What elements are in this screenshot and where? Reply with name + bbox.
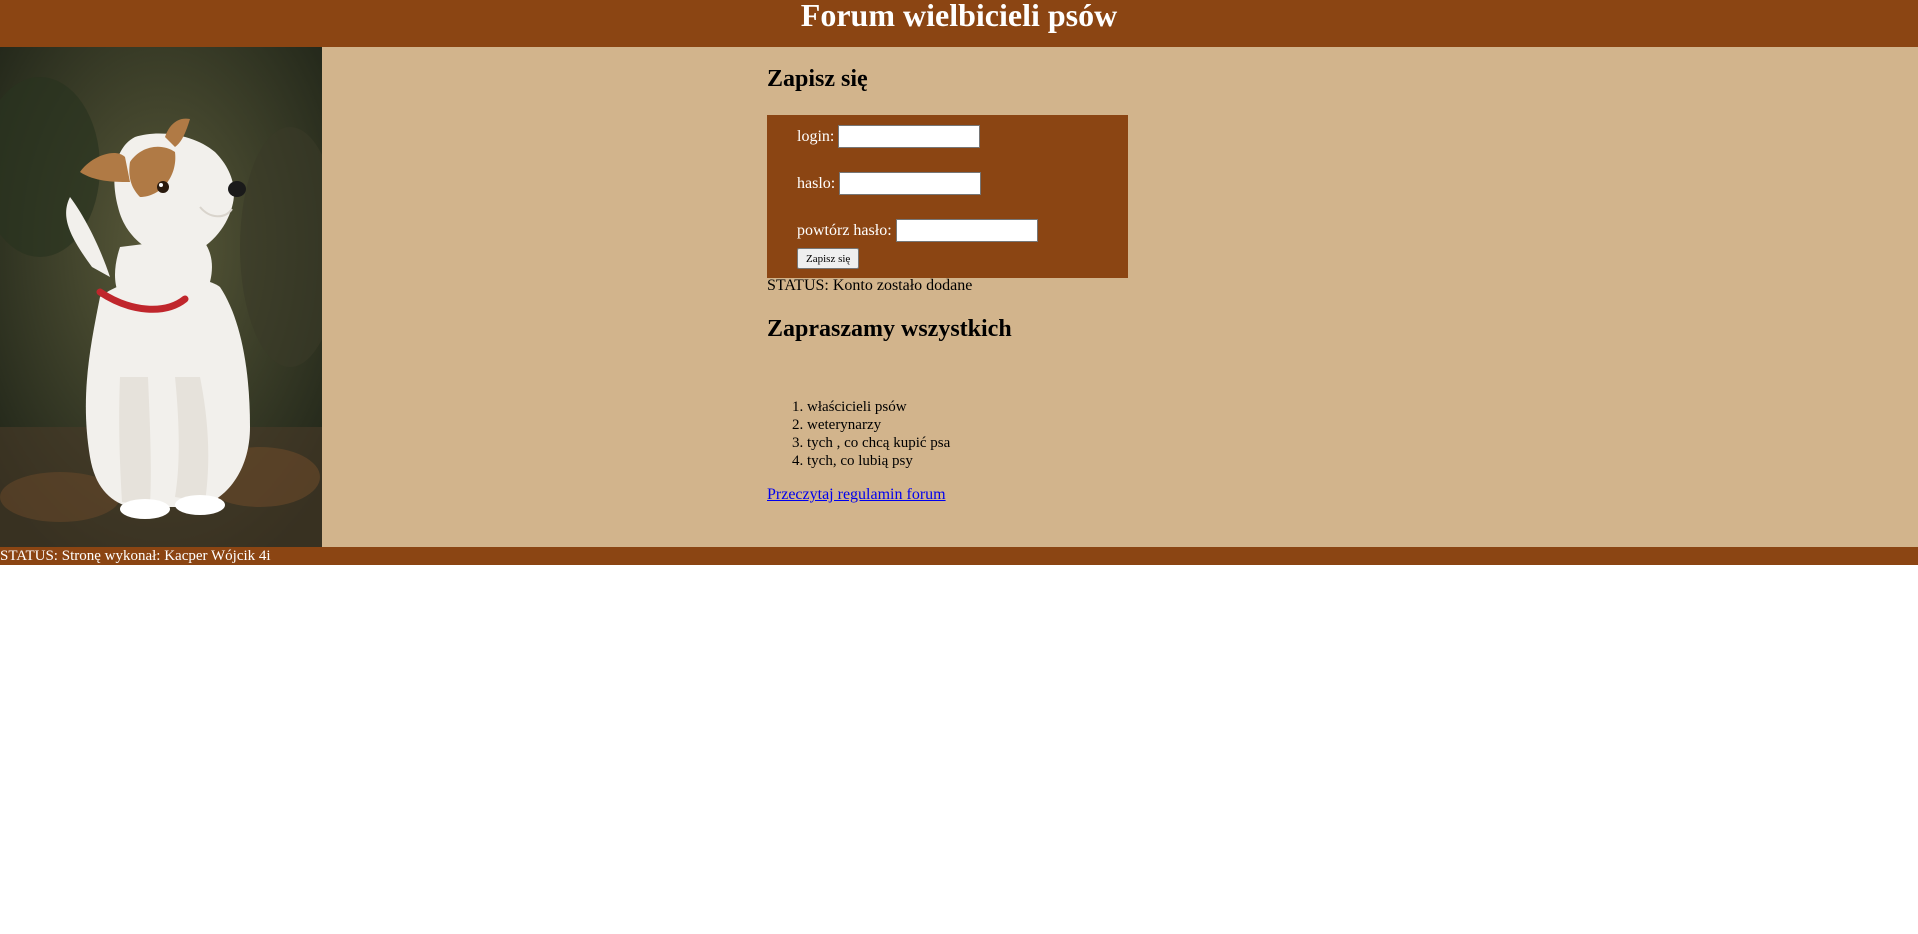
signup-submit-button[interactable]: Zapisz się (797, 248, 860, 269)
dog-photo (0, 47, 322, 547)
login-row: login: (797, 125, 981, 148)
list-item: weterynarzy (807, 416, 950, 434)
welcome-list: właścicieli psów weterynarzy tych , co c… (767, 398, 950, 470)
rules-link[interactable]: Przeczytaj regulamin forum (767, 486, 946, 504)
password-input[interactable] (839, 172, 982, 195)
login-label: login: (797, 127, 835, 145)
repeat-password-row: powtórz hasło: (797, 219, 1038, 242)
signup-heading: Zapisz się (767, 66, 868, 92)
list-item: właścicieli psów (807, 398, 950, 416)
page-footer: STATUS: Stronę wykonał: Kacper Wójcik 4i (0, 547, 1918, 565)
password-label: haslo: (797, 174, 836, 192)
repeat-password-label: powtórz hasło: (797, 221, 892, 239)
list-item: tych, co lubią psy (807, 452, 950, 470)
page-title: Forum wielbicieli psów (800, 0, 1118, 33)
signup-form: login: haslo: powtórz hasło: Zapisz się (767, 115, 1128, 278)
status-message: STATUS: Konto zostało dodane (767, 277, 973, 294)
main-content-area: Zapisz się login: haslo: powtórz hasło: … (322, 47, 1918, 547)
welcome-heading: Zapraszamy wszystkich (767, 316, 1012, 342)
list-item: tych , co chcą kupić psa (807, 434, 950, 452)
dog-photo-icon (0, 47, 322, 547)
password-row: haslo: (797, 172, 982, 195)
repeat-password-input[interactable] (895, 219, 1038, 242)
login-input[interactable] (838, 125, 981, 148)
page-banner: Forum wielbicieli psów (0, 0, 1918, 47)
